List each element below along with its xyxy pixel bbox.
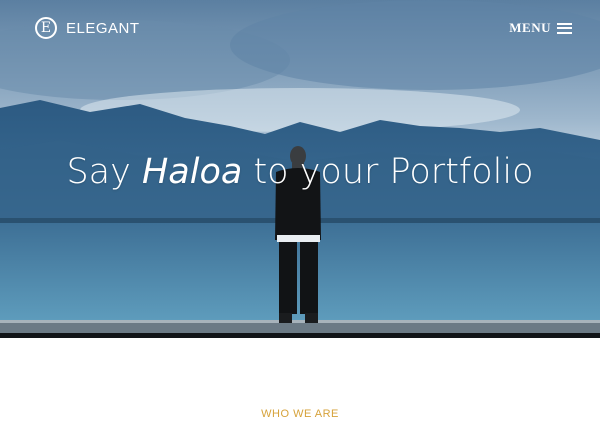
who-we-are-label: WHO WE ARE <box>261 408 339 420</box>
hamburger-icon <box>557 22 572 34</box>
brand-name: ELEGANT <box>66 19 140 37</box>
menu-label: MENU <box>509 20 551 35</box>
brand-logo-link[interactable]: E ELEGANT <box>35 17 140 39</box>
headline-suffix: to your Portfolio <box>242 152 534 192</box>
menu-button[interactable]: MENU <box>509 20 572 36</box>
hero-headline: Say Haloa to your Portfolio <box>0 150 600 194</box>
headline-emphasis: Haloa <box>141 152 243 192</box>
logo-icon: E <box>35 17 57 39</box>
headline-prefix: Say <box>66 152 142 192</box>
hero-section: E ELEGANT MENU Say Haloa to your Portfol… <box>0 0 600 338</box>
